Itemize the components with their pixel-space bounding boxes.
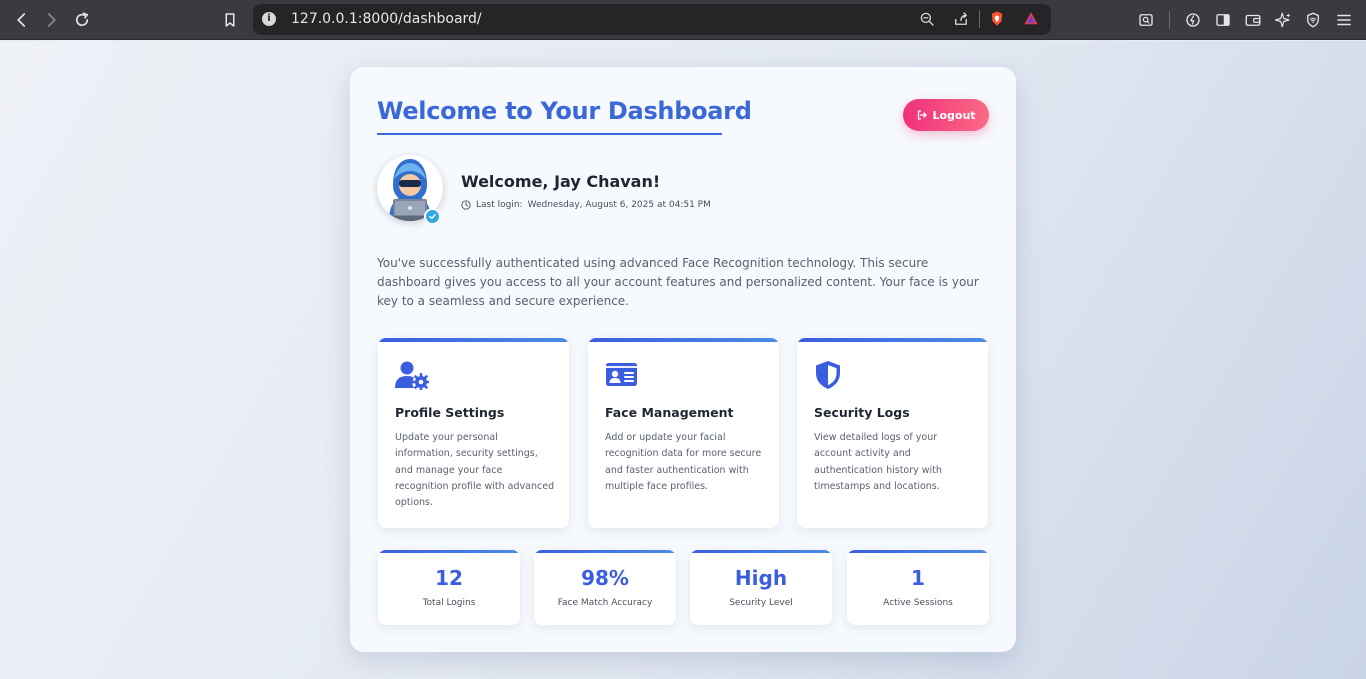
stat-total-logins: 12 Total Logins: [378, 550, 520, 625]
bookmark-icon[interactable]: [218, 8, 242, 32]
title-underline: [377, 133, 722, 135]
url-text[interactable]: 127.0.0.1:8000/dashboard/: [291, 11, 482, 27]
feature-description: View detailed logs of your account activ…: [814, 432, 942, 492]
menu-icon[interactable]: [1333, 9, 1355, 31]
leo-icon[interactable]: [1182, 9, 1204, 31]
logout-button[interactable]: Logout: [903, 99, 989, 131]
feature-card-face-management[interactable]: Face Management Add or update your facia…: [588, 338, 779, 528]
stat-label: Active Sessions: [883, 598, 953, 608]
verified-badge-icon: [424, 208, 441, 225]
feature-description: Add or update your facial recognition da…: [605, 432, 762, 492]
logout-icon: [918, 110, 928, 120]
stat-label: Security Level: [729, 598, 793, 608]
dashboard-card: Welcome to Your Dashboard Logout Welcome…: [350, 67, 1016, 652]
zoom-icon[interactable]: [916, 8, 938, 30]
stat-label: Face Match Accuracy: [557, 598, 653, 608]
stat-value: 12: [435, 566, 463, 590]
wallet-icon[interactable]: [1242, 9, 1264, 31]
stat-value: 1: [911, 566, 925, 590]
last-login-value: Wednesday, August 6, 2025 at 04:51 PM: [527, 200, 711, 210]
last-login: Last login: Wednesday, August 6, 2025 at…: [461, 200, 711, 210]
share-icon[interactable]: [950, 8, 972, 30]
user-gear-icon: [395, 361, 429, 390]
address-separator: [979, 10, 980, 28]
feature-card-security-logs[interactable]: Security Logs View detailed logs of your…: [797, 338, 988, 528]
id-card-icon: [606, 363, 637, 386]
address-bar[interactable]: i 127.0.0.1:8000/dashboard/: [253, 4, 1051, 35]
page-background: Welcome to Your Dashboard Logout Welcome…: [0, 41, 1366, 679]
back-icon[interactable]: [10, 8, 34, 32]
stat-value: High: [734, 566, 788, 590]
forward-icon[interactable]: [39, 8, 63, 32]
browser-toolbar: i 127.0.0.1:8000/dashboard/: [0, 0, 1366, 40]
feature-description: Update your personal information, securi…: [395, 432, 555, 509]
site-info-icon[interactable]: i: [262, 12, 276, 26]
stat-face-match-accuracy: 98% Face Match Accuracy: [534, 550, 676, 625]
reload-icon[interactable]: [70, 8, 94, 32]
feature-title: Profile Settings: [395, 405, 505, 420]
sidebar-icon[interactable]: [1212, 9, 1234, 31]
shield-icon: [816, 361, 840, 389]
brave-shield-icon[interactable]: [986, 8, 1008, 30]
toolbar-separator: [1169, 11, 1170, 29]
stat-label: Total Logins: [422, 598, 476, 608]
vpn-icon[interactable]: [1302, 9, 1324, 31]
last-login-label: Last login:: [476, 200, 523, 210]
logout-label: Logout: [932, 108, 976, 122]
stat-active-sessions: 1 Active Sessions: [847, 550, 989, 625]
stat-security-level: High Security Level: [690, 550, 832, 625]
page-title: Welcome to Your Dashboard: [377, 97, 752, 125]
page-search-icon[interactable]: [1135, 9, 1157, 31]
sparkle-icon[interactable]: [1272, 9, 1294, 31]
intro-text: You've successfully authenticated using …: [377, 256, 979, 308]
clock-icon: [461, 200, 471, 210]
welcome-heading: Welcome, Jay Chavan!: [461, 172, 661, 191]
stat-value: 98%: [581, 566, 629, 590]
feature-card-profile-settings[interactable]: Profile Settings Update your personal in…: [378, 338, 569, 528]
brave-rewards-icon[interactable]: [1020, 8, 1042, 30]
feature-title: Face Management: [605, 405, 734, 420]
feature-title: Security Logs: [814, 405, 910, 420]
